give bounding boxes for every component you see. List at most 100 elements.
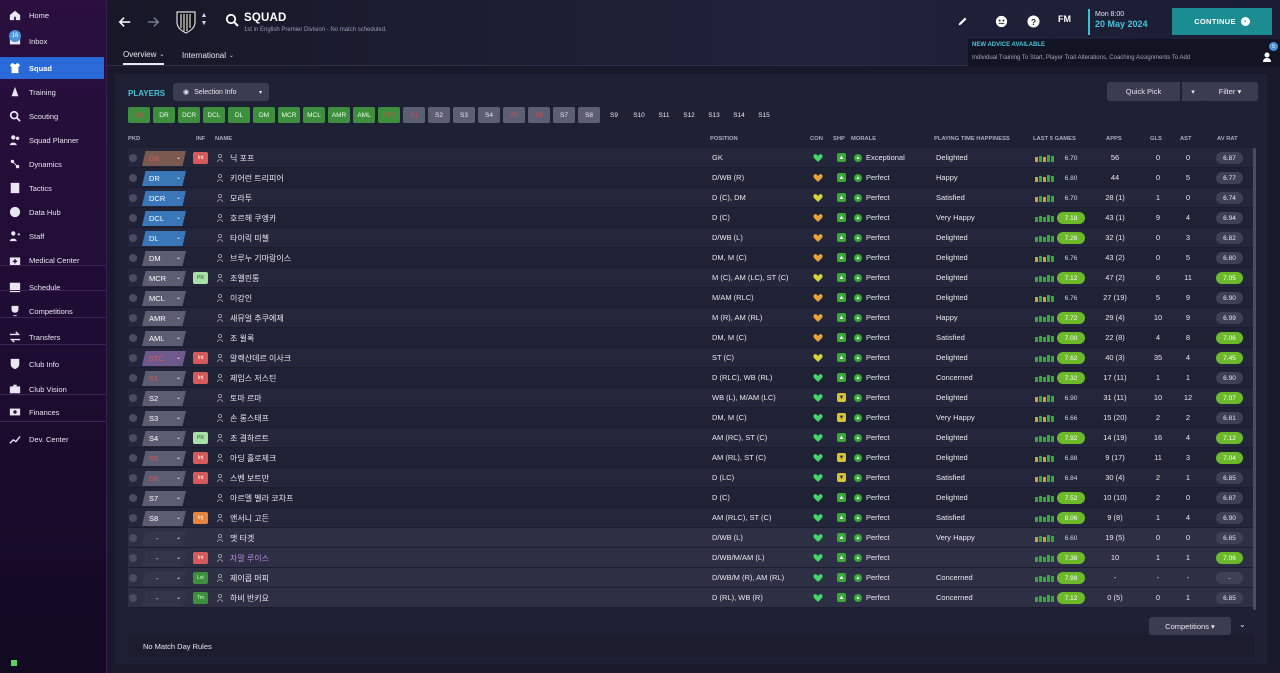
tab-overview[interactable]: Overview ⌄ xyxy=(123,45,165,65)
position-chip-s7[interactable]: S7 xyxy=(553,107,575,123)
selection-dropdown[interactable]: GK ⌄ xyxy=(142,151,186,166)
selection-dropdown[interactable]: S5 ⌄ xyxy=(142,451,186,466)
pick-radio[interactable] xyxy=(129,514,137,522)
table-row[interactable]: S3 ⌄ 손 롱스태프 DM, M (C) ▼ ▲ Perfect Very Happy 6.6… xyxy=(128,408,1254,428)
sidebar-item-training[interactable]: Training xyxy=(0,81,104,103)
position-chip-amr[interactable]: AMR xyxy=(328,107,350,123)
player-name[interactable]: 조 결하르트 xyxy=(230,433,269,444)
sidebar-item-dev-center[interactable]: Dev. Center xyxy=(0,428,104,450)
selection-dropdown[interactable]: DCR ⌄ xyxy=(142,191,186,206)
selection-dropdown[interactable]: - ⌄ xyxy=(142,591,186,606)
sidebar-item-dynamics[interactable]: Dynamics xyxy=(0,153,104,175)
table-scrollbar[interactable] xyxy=(1253,148,1256,610)
advice-banner[interactable]: NEW ADVICE AVAILABLE Individual Training… xyxy=(968,39,1280,66)
position-chip-s9[interactable]: S9 xyxy=(603,107,625,123)
col-inf[interactable]: INF xyxy=(196,136,205,142)
col-position[interactable]: POSITION xyxy=(710,136,738,142)
selection-dropdown[interactable]: AMR ⌄ xyxy=(142,311,186,326)
table-row[interactable]: STC ⌄ Int 알렉산데르 이사크 ST (C) ▲ ▲ Perfect Delighted… xyxy=(128,348,1254,368)
position-chip-s8[interactable]: S8 xyxy=(578,107,600,123)
table-row[interactable]: S6 ⌄ Int 스벤 보트만 D (LC) ▼ ▲ Perfect Satisfied 6.84… xyxy=(128,468,1254,488)
competitions-dropdown[interactable]: Competitions ▾ xyxy=(1149,617,1231,635)
player-name[interactable]: 새뮤얼 추쿠에제 xyxy=(230,313,284,324)
selection-dropdown[interactable]: STC ⌄ xyxy=(142,351,186,366)
pick-radio[interactable] xyxy=(129,294,137,302)
player-name[interactable]: 알렉산데르 이사크 xyxy=(230,353,291,364)
info-badge[interactable]: Int xyxy=(193,472,208,484)
col-con[interactable]: CON xyxy=(810,136,823,142)
position-chip-dcr[interactable]: DCR xyxy=(178,107,200,123)
player-name[interactable]: 아르멜 벨라 코차프 xyxy=(230,493,293,504)
pick-radio[interactable] xyxy=(129,274,137,282)
table-row[interactable]: - ⌄ 맷 타겟 D/WB (L) ▲ ▲ Perfect Very Happy 6.60 19 … xyxy=(128,528,1254,548)
sidebar-item-tactics[interactable]: Tactics xyxy=(0,177,104,199)
fm-logo[interactable]: FM xyxy=(1058,14,1071,24)
col-ast[interactable]: AST xyxy=(1180,136,1192,142)
table-row[interactable]: S7 ⌄ 아르멜 벨라 코차프 D (C) ▲ ▲ Perfect Delighted 7.52… xyxy=(128,488,1254,508)
position-chip-s13[interactable]: S13 xyxy=(703,107,725,123)
pick-radio[interactable] xyxy=(129,154,137,162)
sidebar-item-squad-planner[interactable]: Squad Planner xyxy=(0,129,104,151)
info-badge[interactable]: Inj xyxy=(193,512,208,524)
player-name[interactable]: 자말 루이스 xyxy=(230,553,269,564)
col-avrat[interactable]: AV RAT xyxy=(1217,136,1238,142)
pick-radio[interactable] xyxy=(129,254,137,262)
tab-international[interactable]: International ⌄ xyxy=(182,45,234,65)
pick-radio[interactable] xyxy=(129,414,137,422)
selection-dropdown[interactable]: MCR ⌄ xyxy=(142,271,186,286)
position-chip-s10[interactable]: S10 xyxy=(628,107,650,123)
selection-dropdown[interactable]: DL ⌄ xyxy=(142,231,186,246)
edit-button[interactable] xyxy=(955,14,969,28)
player-name[interactable]: 손 롱스태프 xyxy=(230,413,269,424)
table-row[interactable]: DR ⌄ 키어런 트리피어 D/WB (R) ▲ ▲ Perfect Happy 6.80 44 0… xyxy=(128,168,1254,188)
position-chip-dl[interactable]: DL xyxy=(228,107,250,123)
pick-radio[interactable] xyxy=(129,374,137,382)
sidebar-item-squad[interactable]: Squad xyxy=(0,57,104,79)
sidebar-item-scouting[interactable]: Scouting xyxy=(0,105,104,127)
selection-dropdown[interactable]: AML ⌄ xyxy=(142,331,186,346)
selection-dropdown[interactable]: S8 ⌄ xyxy=(142,511,186,526)
selection-dropdown[interactable]: - ⌄ xyxy=(142,571,186,586)
continue-button[interactable]: CONTINUE › xyxy=(1172,8,1272,35)
player-name[interactable]: 하비 반키요 xyxy=(230,593,269,604)
position-chip-s2[interactable]: S2 xyxy=(428,107,450,123)
help-button[interactable]: ? xyxy=(1026,14,1040,28)
col-gls[interactable]: GLS xyxy=(1150,136,1162,142)
table-row[interactable]: S5 ⌄ Int 아딩 홀로제크 AM (RL), ST (C) ▼ ▲ Perfect Del… xyxy=(128,448,1254,468)
selection-info-dropdown[interactable]: ◉ Selection Info ▾ xyxy=(173,83,269,101)
filter-button[interactable]: Filter ▾ xyxy=(1202,82,1258,101)
pick-radio[interactable] xyxy=(129,394,137,402)
position-chip-s15[interactable]: S15 xyxy=(753,107,775,123)
pick-radio[interactable] xyxy=(129,314,137,322)
col-name[interactable]: NAME xyxy=(215,136,232,142)
player-name[interactable]: 브루누 기마랑이스 xyxy=(230,253,291,264)
player-name[interactable]: 제임스 저스틴 xyxy=(230,373,276,384)
col-apps[interactable]: APPS xyxy=(1106,136,1122,142)
pick-radio[interactable] xyxy=(129,554,137,562)
info-badge[interactable]: Int xyxy=(193,372,208,384)
selection-dropdown[interactable]: S1 ⌄ xyxy=(142,371,186,386)
pick-radio[interactable] xyxy=(129,574,137,582)
player-name[interactable]: 조 윌록 xyxy=(230,333,254,344)
sidebar-item-schedule[interactable]: Schedule xyxy=(0,276,104,298)
info-badge[interactable]: PR xyxy=(193,432,208,444)
info-badge[interactable]: Int xyxy=(193,352,208,364)
col-last5[interactable]: LAST 5 GAMES xyxy=(1033,136,1076,142)
table-row[interactable]: S1 ⌄ Int 제임스 저스틴 D (RLC), WB (RL) ▲ ▲ Perfect Co… xyxy=(128,368,1254,388)
position-chip-dm[interactable]: DM xyxy=(253,107,275,123)
pick-radio[interactable] xyxy=(129,234,137,242)
pick-radio[interactable] xyxy=(129,214,137,222)
position-chip-s5[interactable]: S5 xyxy=(503,107,525,123)
table-row[interactable]: - ⌄ Trn 하비 반키요 D (RL), WB (R) ▲ ▲ Perfect Concer… xyxy=(128,588,1254,608)
sidebar-item-club-info[interactable]: Club Info xyxy=(0,353,104,375)
player-name[interactable]: 키어런 트리피어 xyxy=(230,173,284,184)
pick-radio[interactable] xyxy=(129,474,137,482)
player-name[interactable]: 조엘린통 xyxy=(230,273,259,284)
table-row[interactable]: GK ⌄ Int 닉 포프 GK ▲ ▲ Exceptional Delighted 6.70 56… xyxy=(128,148,1254,168)
club-switch-chevrons-icon[interactable]: ▲ ▼ xyxy=(200,12,208,30)
pick-radio[interactable] xyxy=(129,594,137,602)
position-chip-dcl[interactable]: DCL xyxy=(203,107,225,123)
position-chip-dr[interactable]: DR xyxy=(153,107,175,123)
table-row[interactable]: S2 ⌄ 토마 르마 WB (L), M/AM (LC) ▼ ▲ Perfect Deligh… xyxy=(128,388,1254,408)
position-chip-s1[interactable]: S1 xyxy=(403,107,425,123)
